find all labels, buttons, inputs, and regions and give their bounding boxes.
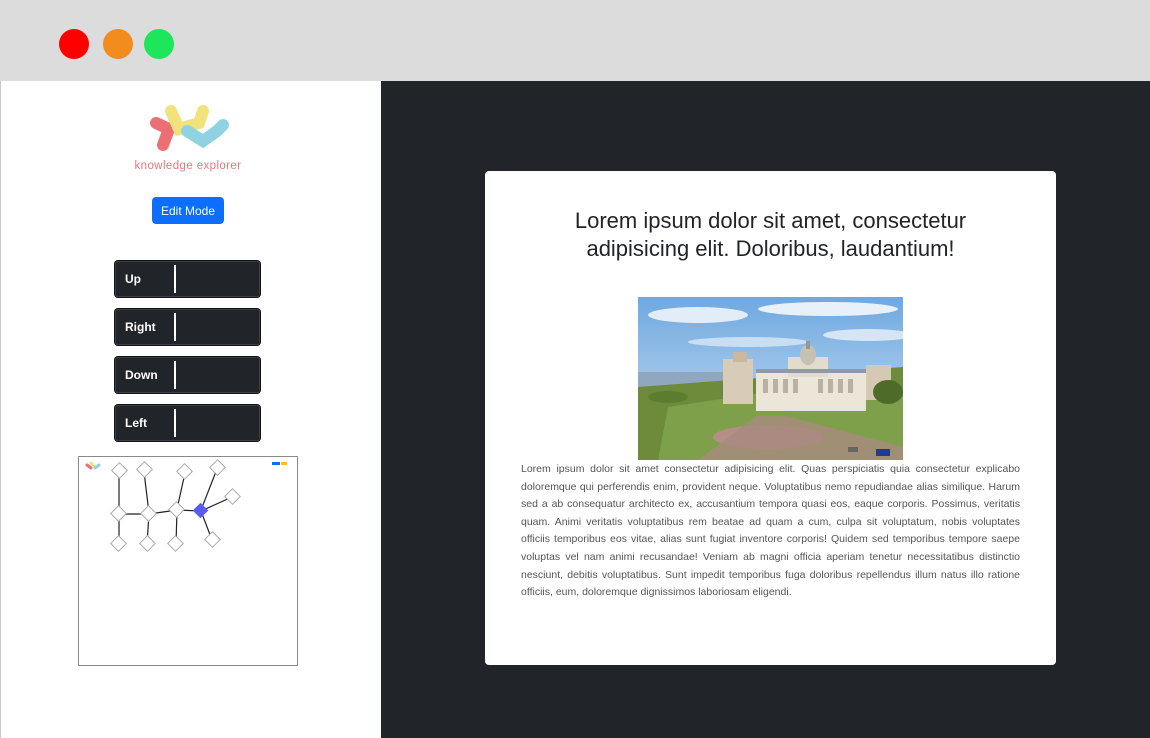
article-title: Lorem ipsum dolor sit amet, consectetur …	[574, 208, 967, 261]
direction-right-label: Right	[125, 320, 156, 334]
city-palace-photo-icon	[638, 297, 903, 460]
article-body: Lorem ipsum dolor sit amet consectetur a…	[521, 463, 1020, 599]
graph-minimap-icon	[85, 459, 287, 552]
minimap-flag	[281, 462, 287, 465]
direction-down-button[interactable]: Down	[115, 357, 260, 393]
logo-text: knowledge explorer	[134, 160, 242, 172]
minimap-edit-button	[272, 462, 280, 465]
direction-left-label: Left	[125, 416, 147, 430]
divider	[174, 361, 176, 389]
knowledge-explorer-logo-icon	[150, 105, 229, 151]
divider	[174, 313, 176, 341]
direction-down-label: Down	[125, 368, 158, 382]
graph-minimap[interactable]	[78, 456, 298, 666]
direction-right-button[interactable]: Right	[115, 309, 260, 345]
content-stage: Lorem ipsum dolor sit amet, consectetur …	[381, 81, 1150, 738]
sidebar: knowledge explorer Edit Mode Up Right Do…	[0, 81, 381, 738]
article-card: Lorem ipsum dolor sit amet, consectetur …	[485, 171, 1056, 665]
direction-left-button[interactable]: Left	[115, 405, 260, 441]
window-titlebar	[0, 0, 1150, 81]
maximize-window-button[interactable]	[144, 29, 174, 59]
minimize-window-button[interactable]	[103, 29, 133, 59]
minimap-logo-icon	[85, 461, 101, 470]
divider	[174, 409, 176, 437]
direction-up-button[interactable]: Up	[115, 261, 260, 297]
close-window-button[interactable]	[59, 29, 89, 59]
edit-mode-button[interactable]: Edit Mode	[152, 197, 224, 224]
divider	[174, 265, 176, 293]
direction-up-label: Up	[125, 272, 141, 286]
active-node	[192, 502, 209, 519]
